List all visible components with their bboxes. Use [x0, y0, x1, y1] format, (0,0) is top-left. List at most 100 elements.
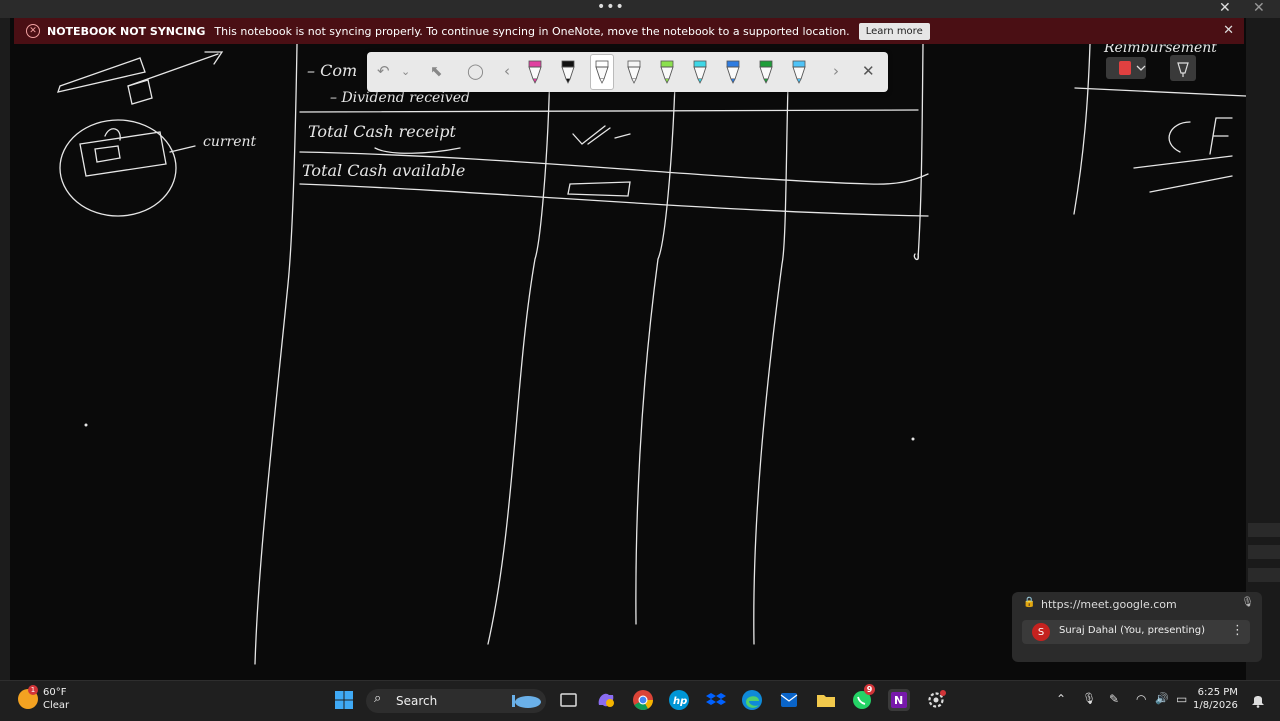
file-explorer-button[interactable]: [815, 689, 837, 711]
undo-dropdown-icon[interactable]: ⌄: [401, 65, 410, 78]
avatar: S: [1032, 623, 1050, 641]
scroll-right-icon[interactable]: ›: [833, 62, 839, 80]
black-pen-icon[interactable]: [557, 57, 579, 87]
clock-date: 1/8/2026: [1193, 700, 1238, 711]
ink-text-line: Total Cash available: [302, 161, 465, 180]
svg-text:N: N: [894, 694, 903, 707]
cyan-highlighter-glyph: [693, 60, 707, 84]
pen-tray-icon[interactable]: ✎: [1109, 692, 1119, 706]
search-icon: ⌕: [374, 691, 382, 706]
onenote-button[interactable]: N: [888, 689, 910, 711]
pane-block: [1248, 523, 1280, 537]
light-blue-pen-glyph: [792, 60, 806, 84]
volume-icon[interactable]: 🔊: [1155, 692, 1169, 705]
search-highlight-icon: [512, 695, 541, 708]
task-view-icon: [560, 693, 577, 707]
folder-icon: [817, 695, 835, 707]
weather-badge: 1: [28, 685, 38, 695]
undo-icon[interactable]: ↶: [377, 62, 390, 80]
sync-error-banner: ✕ NOTEBOOK NOT SYNCING This notebook is …: [14, 18, 1244, 44]
windows-logo-icon: [335, 691, 353, 709]
lasso-select-icon[interactable]: ◯: [467, 62, 484, 80]
error-circle-icon: ✕: [26, 24, 40, 38]
ink-text-line: – Com: [307, 61, 357, 80]
more-vert-icon[interactable]: ⋮: [1231, 623, 1244, 638]
green-highlighter-icon[interactable]: [656, 57, 678, 87]
copilot-button[interactable]: [595, 689, 617, 711]
svg-text:hp: hp: [673, 696, 687, 707]
white-pen-2-glyph: [627, 60, 641, 84]
ink-strokes: – Com – Dividend received Total Cash rec…: [57, 44, 1246, 665]
black-pen-glyph: [561, 60, 575, 84]
notebook-mini-toolbar: [1106, 55, 1196, 81]
weather-condition: Clear: [43, 700, 70, 711]
banner-title: NOTEBOOK NOT SYNCING: [47, 24, 206, 38]
search-label: Search: [396, 694, 438, 708]
start-button[interactable]: [333, 689, 355, 711]
close-toolbar-icon[interactable]: ✕: [862, 62, 875, 80]
cyan-highlighter-icon[interactable]: [689, 57, 711, 87]
gear-icon: [928, 690, 946, 708]
microphone-tray-icon[interactable]: 🎙: [1082, 692, 1096, 705]
show-hidden-icons[interactable]: ⌃: [1056, 692, 1066, 706]
outlook-icon: [780, 693, 798, 707]
select-cursor-icon[interactable]: ⬉: [430, 62, 443, 80]
task-view-button[interactable]: [558, 689, 580, 711]
hp-button[interactable]: hp: [668, 689, 690, 711]
banner-close-icon[interactable]: ✕: [1223, 23, 1234, 38]
presenter-name: Suraj Dahal (You, presenting): [1059, 625, 1206, 636]
dark-green-pen-icon[interactable]: [755, 57, 777, 87]
banner-message: This notebook is not syncing properly. T…: [214, 24, 850, 38]
ink-text-line: – Dividend received: [330, 90, 470, 106]
wifi-icon[interactable]: ◠: [1136, 692, 1146, 706]
right-pane-strip: [1246, 18, 1280, 680]
ink-text-line: current: [203, 134, 257, 150]
hp-icon: hp: [669, 690, 689, 710]
onenote-ink-canvas[interactable]: – Com – Dividend received Total Cash rec…: [10, 44, 1246, 680]
green-highlighter-glyph: [660, 60, 674, 84]
dark-green-pen-glyph: [759, 60, 773, 84]
lock-icon: 🔒: [1023, 597, 1036, 608]
more-options-icon[interactable]: •••: [597, 0, 625, 15]
edge-button[interactable]: [741, 689, 763, 711]
microphone-icon[interactable]: 🎙: [1241, 597, 1254, 608]
light-blue-pen-icon[interactable]: [788, 57, 810, 87]
pink-pen-icon[interactable]: [524, 57, 546, 87]
meet-presenting-popup: 🔒 https://meet.google.com 🎙 S Suraj Daha…: [1012, 592, 1262, 662]
settings-button[interactable]: [925, 689, 947, 711]
white-pen-glyph: [595, 60, 609, 84]
pane-block: [1248, 545, 1280, 559]
taskbar-search[interactable]: ⌕ Search: [366, 689, 546, 713]
outlook-button[interactable]: [778, 689, 800, 711]
ink-text-line: Total Cash receipt: [308, 122, 457, 141]
dropbox-button[interactable]: [705, 689, 727, 711]
clock-time: 6:25 PM: [1197, 687, 1238, 698]
system-clock[interactable]: 6:25 PM 1/8/2026: [1193, 687, 1238, 713]
pen-icon: [1177, 62, 1189, 77]
pink-pen-glyph: [528, 60, 542, 84]
notebook-button[interactable]: [1106, 57, 1146, 79]
close-window-icon[interactable]: ✕: [1219, 0, 1231, 16]
blue-pen-icon[interactable]: [722, 57, 744, 87]
scroll-left-icon[interactable]: ‹: [504, 62, 510, 80]
white-pen-2-icon[interactable]: [623, 57, 645, 87]
dropbox-icon: [706, 693, 726, 705]
presenter-row[interactable]: S Suraj Dahal (You, presenting) ⋮: [1022, 620, 1250, 644]
whatsapp-badge: 9: [864, 684, 875, 695]
chrome-button[interactable]: [632, 689, 654, 711]
close-secondary-icon[interactable]: ✕: [1253, 0, 1265, 16]
title-bar: ••• ✕ ✕: [0, 0, 1280, 18]
onenote-icon: N: [891, 692, 907, 708]
battery-icon[interactable]: ▭: [1176, 692, 1187, 706]
learn-more-button[interactable]: Learn more: [858, 22, 930, 40]
edge-icon: [742, 690, 762, 710]
left-window-edge: [0, 18, 10, 680]
windows-taskbar: 1 60°F Clear ⌕ Search hp 9 N ⌃ 🎙 ✎ ◠ 🔊 ▭…: [0, 680, 1280, 721]
temperature: 60°F: [43, 687, 67, 698]
pen-options-button[interactable]: [1170, 55, 1196, 81]
pane-block: [1248, 568, 1280, 582]
draw-pen-toolbar: ↶ ⌄ ⬉ ◯ ‹ › ✕: [367, 52, 888, 92]
white-pen-icon[interactable]: [590, 54, 614, 90]
whatsapp-button[interactable]: 9: [851, 684, 875, 711]
notification-bell-icon[interactable]: [1250, 692, 1266, 708]
